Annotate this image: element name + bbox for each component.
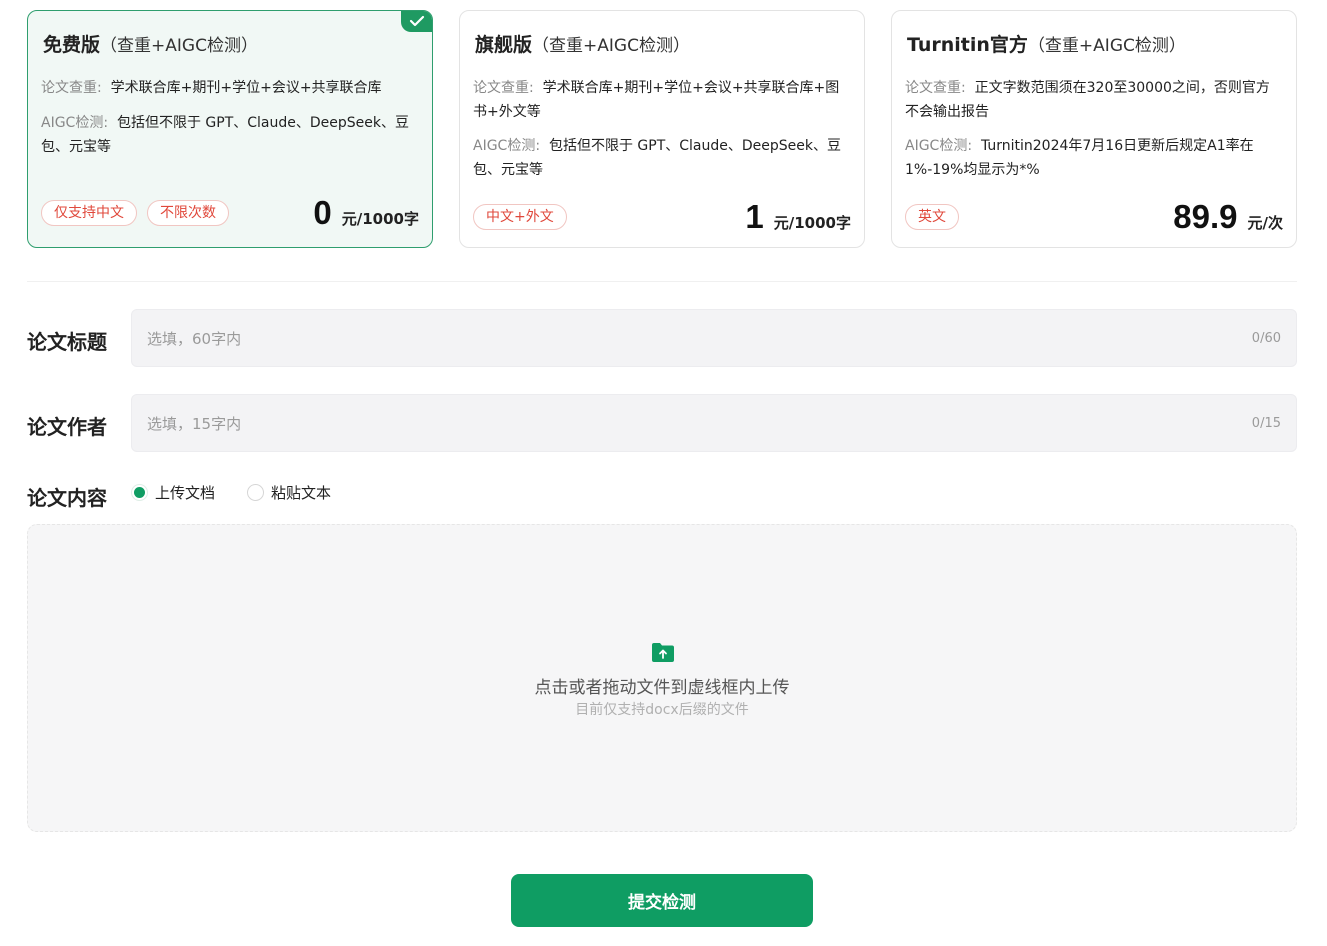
radio-upload-document[interactable]: 上传文档 <box>131 482 215 503</box>
title-input[interactable]: 选填，60字内 0/60 <box>131 309 1297 367</box>
author-char-count: 0/15 <box>1251 415 1281 431</box>
plan-subtitle: （查重+AIGC检测） <box>100 36 258 56</box>
plan-card-free[interactable]: 免费版（查重+AIGC检测） 论文查重: 学术联合库+期刊+学位+会议+共享联合… <box>27 10 433 248</box>
plan-cards: 免费版（查重+AIGC检测） 论文查重: 学术联合库+期刊+学位+会议+共享联合… <box>27 10 1297 248</box>
plan-aigc-line: AIGC检测: Turnitin2024年7月16日更新后规定A1率在1%-19… <box>905 134 1282 182</box>
plan-aigc-line: AIGC检测: 包括但不限于 GPT、Claude、DeepSeek、豆包、元宝… <box>41 111 418 159</box>
author-field-label: 论文作者 <box>27 415 107 439</box>
plan-name: 免费版 <box>43 34 101 56</box>
plan-price: 0 元/1000字 <box>313 194 419 232</box>
plan-check-line: 论文查重: 学术联合库+期刊+学位+会议+共享联合库 <box>41 76 418 100</box>
title-placeholder: 选填，60字内 <box>147 329 242 348</box>
plan-title: 免费版（查重+AIGC检测） <box>43 30 258 57</box>
plan-tags: 仅支持中文 不限次数 <box>41 200 229 226</box>
check-label: 论文查重: <box>473 80 534 96</box>
price-unit: 元/1000字 <box>773 214 851 232</box>
price-number: 0 <box>313 194 332 231</box>
tag-chinese-only: 仅支持中文 <box>41 200 137 226</box>
tag-unlimited: 不限次数 <box>147 200 229 226</box>
price-unit: 元/次 <box>1247 214 1283 232</box>
title-char-count: 0/60 <box>1251 330 1281 346</box>
content-field-label: 论文内容 <box>27 486 107 510</box>
plan-title: 旗舰版（查重+AIGC检测） <box>475 30 690 57</box>
check-label: 论文查重: <box>905 80 966 96</box>
plan-price: 89.9 元/次 <box>1173 198 1283 236</box>
radio-label: 粘贴文本 <box>271 484 332 502</box>
content-mode-radio-group: 上传文档 粘贴文本 <box>131 482 331 503</box>
author-input[interactable]: 选填，15字内 0/15 <box>131 394 1297 452</box>
price-number: 1 <box>745 198 764 235</box>
tag-chinese-foreign: 中文+外文 <box>473 204 567 230</box>
author-placeholder: 选填，15字内 <box>147 414 242 433</box>
check-text: 学术联合库+期刊+学位+会议+共享联合库 <box>110 80 382 96</box>
section-divider <box>27 281 1297 282</box>
plan-name: 旗舰版 <box>475 34 533 56</box>
radio-label: 上传文档 <box>155 484 216 502</box>
plan-title: Turnitin官方（查重+AIGC检测） <box>907 30 1186 57</box>
radio-unchecked-icon[interactable] <box>247 484 265 501</box>
aigc-label: AIGC检测: <box>473 138 541 154</box>
tag-english: 英文 <box>905 204 959 230</box>
aigc-label: AIGC检测: <box>905 138 973 154</box>
folder-upload-icon <box>651 641 675 667</box>
aigc-label: AIGC检测: <box>41 115 109 131</box>
plan-name: Turnitin官方 <box>907 34 1028 56</box>
check-label: 论文查重: <box>41 80 102 96</box>
plan-check-line: 论文查重: 正文字数范围须在320至30000之间，否则官方不会输出报告 <box>905 76 1282 124</box>
plan-check-line: 论文查重: 学术联合库+期刊+学位+会议+共享联合库+图书+外文等 <box>473 76 850 124</box>
plan-card-turnitin[interactable]: Turnitin官方（查重+AIGC检测） 论文查重: 正文字数范围须在320至… <box>891 10 1297 248</box>
upload-main-text: 点击或者拖动文件到虚线框内上传 <box>534 678 790 698</box>
radio-paste-text[interactable]: 粘贴文本 <box>247 482 331 503</box>
plan-card-flagship[interactable]: 旗舰版（查重+AIGC检测） 论文查重: 学术联合库+期刊+学位+会议+共享联合… <box>459 10 865 248</box>
price-number: 89.9 <box>1173 198 1238 235</box>
price-unit: 元/1000字 <box>341 210 419 228</box>
radio-checked-icon[interactable] <box>131 484 148 501</box>
plan-aigc-line: AIGC检测: 包括但不限于 GPT、Claude、DeepSeek、豆包、元宝… <box>473 134 850 182</box>
submit-button[interactable]: 提交检测 <box>511 874 813 927</box>
plan-tags: 中文+外文 <box>473 204 567 230</box>
title-field-label: 论文标题 <box>27 330 107 354</box>
upload-dropzone[interactable]: 点击或者拖动文件到虚线框内上传 目前仅支持docx后缀的文件 <box>27 524 1297 832</box>
plan-subtitle: （查重+AIGC检测） <box>532 36 690 56</box>
upload-hint-text: 目前仅支持docx后缀的文件 <box>575 702 749 718</box>
plan-subtitle: （查重+AIGC检测） <box>1027 36 1186 56</box>
plan-price: 1 元/1000字 <box>745 198 851 236</box>
selected-check-icon <box>401 11 432 32</box>
plan-tags: 英文 <box>905 204 959 230</box>
